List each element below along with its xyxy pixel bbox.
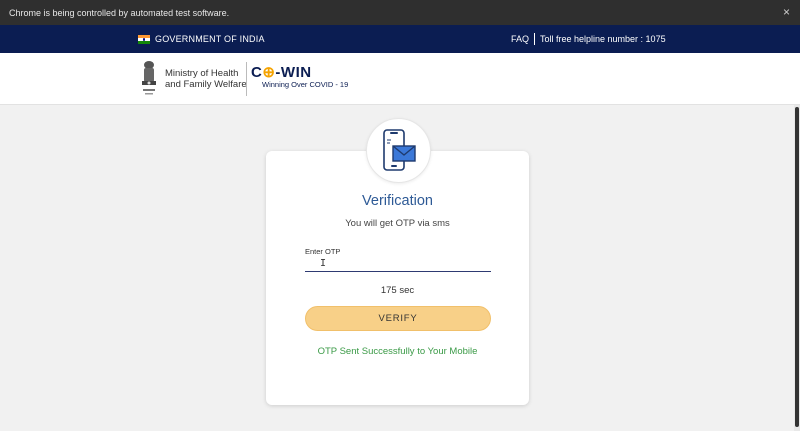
logo-co: C — [251, 64, 263, 81]
automation-banner: Chrome is being controlled by automated … — [0, 0, 800, 25]
ministry-line-1: Ministry of Health — [165, 68, 239, 79]
national-emblem-icon — [142, 61, 156, 95]
verification-title: Verification — [362, 193, 433, 209]
logo-win: -WIN — [275, 64, 312, 81]
helpline-text: Toll free helpline number : 1075 — [540, 34, 666, 44]
automation-banner-text: Chrome is being controlled by automated … — [9, 7, 230, 18]
text-cursor-icon: I — [320, 258, 327, 269]
verification-card — [266, 151, 529, 405]
cowin-logo[interactable]: C⊕-WIN — [251, 63, 312, 81]
logo-plus-icon: ⊕ — [262, 64, 276, 81]
site-header: Ministry of Health and Family Welfare C⊕… — [0, 53, 800, 105]
otp-label: Enter OTP — [305, 247, 341, 256]
page-scrollbar[interactable] — [794, 105, 800, 431]
india-flag-icon — [138, 35, 150, 44]
close-icon[interactable]: × — [783, 6, 790, 18]
logo-tagline: Winning Over COVID - 19 — [262, 80, 349, 89]
header-divider — [246, 62, 247, 96]
faq-link[interactable]: FAQ — [511, 34, 529, 44]
ministry-line-2: and Family Welfare — [165, 79, 247, 90]
verify-button[interactable]: VERIFY — [305, 306, 491, 331]
government-label: GOVERNMENT OF INDIA — [155, 34, 265, 44]
bar-divider — [534, 33, 535, 45]
phone-message-icon — [383, 129, 416, 171]
otp-input[interactable] — [305, 256, 491, 272]
ministry-name: Ministry of Health and Family Welfare — [165, 68, 247, 90]
government-bar: GOVERNMENT OF INDIA FAQ Toll free helpli… — [0, 25, 800, 53]
scrollbar-thumb[interactable] — [795, 107, 799, 427]
otp-success-message: OTP Sent Successfully to Your Mobile — [317, 346, 478, 357]
verification-icon-badge — [366, 118, 431, 183]
otp-timer: 175 sec — [380, 285, 415, 296]
verification-subtitle: You will get OTP via sms — [345, 218, 450, 229]
